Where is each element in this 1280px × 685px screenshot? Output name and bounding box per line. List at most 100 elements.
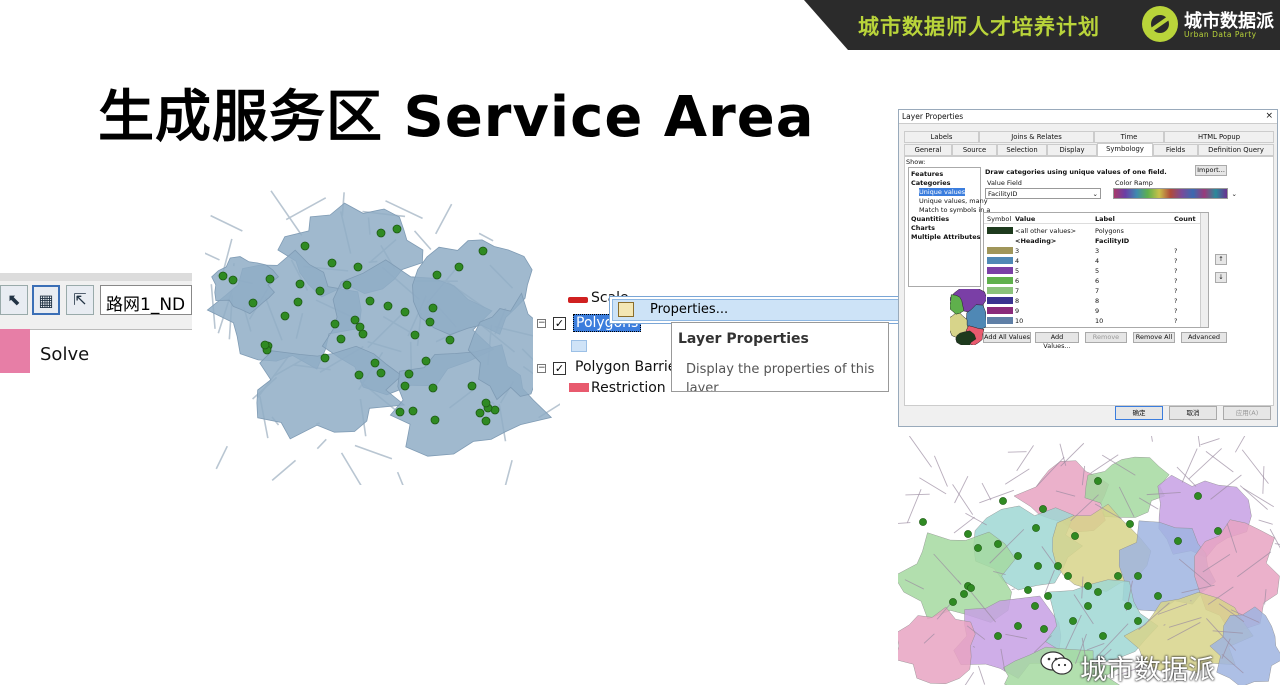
- remove-all-button[interactable]: Remove All: [1133, 332, 1175, 343]
- table-row[interactable]: 4 4?: [984, 256, 1208, 266]
- facility-point: [974, 544, 982, 552]
- ok-button[interactable]: 确定: [1115, 406, 1163, 420]
- symbol-swatch[interactable]: [987, 277, 1013, 284]
- table-row[interactable]: 3 3?: [984, 246, 1208, 256]
- facility-point: [354, 370, 364, 380]
- tab-source[interactable]: Source: [952, 144, 997, 156]
- wechat-icon: [1040, 651, 1073, 675]
- facility-point: [481, 398, 491, 408]
- facility-point: [280, 311, 290, 321]
- facility-point: [478, 246, 488, 256]
- tab-definition-query[interactable]: Definition Query: [1198, 144, 1274, 156]
- facility-point: [1094, 588, 1102, 596]
- tab-display[interactable]: Display: [1047, 144, 1097, 156]
- show-item-match-symbols[interactable]: Match to symbols in a: [919, 206, 990, 214]
- show-item-unique-values[interactable]: Unique values: [919, 188, 966, 196]
- export-icon[interactable]: ⇱: [66, 285, 94, 315]
- facility-point: [1034, 562, 1042, 570]
- tab-html-popup[interactable]: HTML Popup: [1164, 131, 1274, 143]
- show-item-quantities[interactable]: Quantities: [911, 215, 949, 223]
- street-line: [215, 445, 229, 470]
- table-row[interactable]: 5 5?: [984, 266, 1208, 276]
- table-row[interactable]: <all other values> Polygons: [984, 226, 1208, 236]
- table-row[interactable]: <Heading> FacilityID: [984, 236, 1208, 246]
- remove-button[interactable]: Remove: [1085, 332, 1127, 343]
- show-item-charts[interactable]: Charts: [911, 224, 935, 232]
- close-icon[interactable]: ×: [1265, 111, 1273, 121]
- tab-time[interactable]: Time: [1094, 131, 1164, 143]
- polygons-checkbox[interactable]: ✓: [553, 317, 566, 330]
- show-item-multiple-attributes[interactable]: Multiple Attributes: [911, 233, 981, 241]
- value-field-select[interactable]: FacilityID ⌄: [985, 188, 1101, 199]
- facility-point: [315, 286, 325, 296]
- move-down-icon[interactable]: ↓: [1215, 272, 1227, 283]
- facility-point: [994, 632, 1002, 640]
- table-row[interactable]: 9 9?: [984, 306, 1208, 316]
- table-row[interactable]: 7 7?: [984, 286, 1208, 296]
- solve-button[interactable]: Solve: [30, 329, 192, 373]
- tab-selection[interactable]: Selection: [997, 144, 1047, 156]
- street-line: [1004, 468, 1030, 485]
- facility-point: [445, 335, 455, 345]
- facility-point: [428, 303, 438, 313]
- cancel-button[interactable]: 取消: [1169, 406, 1217, 420]
- facility-point: [467, 381, 477, 391]
- apply-button[interactable]: 应用(A): [1223, 406, 1271, 420]
- row-label: 5: [1095, 267, 1100, 275]
- page-title: 生成服务区 Service Area: [98, 85, 815, 150]
- show-item-categories[interactable]: Categories: [911, 179, 951, 187]
- collapse-icon[interactable]: −: [537, 319, 546, 328]
- row-count: ?: [1174, 287, 1178, 295]
- toolbar-top-bar: [0, 273, 192, 281]
- slide: 城市数据师人才培养计划 城市数据派 Urban Data Party 生成服务区…: [0, 0, 1280, 685]
- facility-point: [960, 590, 968, 598]
- facility-point: [475, 408, 485, 418]
- show-item-unique-values-many[interactable]: Unique values, many: [919, 197, 988, 205]
- street-line: [271, 459, 297, 482]
- row-label: 4: [1095, 257, 1100, 265]
- facility-point: [327, 258, 337, 268]
- tab-fields[interactable]: Fields: [1153, 144, 1198, 156]
- select-tool-icon[interactable]: ⬉: [0, 285, 28, 315]
- table-row[interactable]: 6 6?: [984, 276, 1208, 286]
- table-scrollbar[interactable]: [1200, 213, 1208, 327]
- symbol-swatch[interactable]: [987, 297, 1013, 304]
- facility-point: [1071, 532, 1079, 540]
- collapse-icon[interactable]: −: [537, 364, 546, 373]
- row-label: 10: [1095, 317, 1104, 325]
- row-count: ?: [1174, 317, 1178, 325]
- add-all-values-button[interactable]: Add All Values: [983, 332, 1031, 343]
- network-grid-icon[interactable]: ▦: [32, 285, 60, 315]
- brand-logo-icon: [1142, 6, 1178, 42]
- symbol-swatch[interactable]: [987, 257, 1013, 264]
- symbol-swatch[interactable]: [987, 307, 1013, 314]
- street-line: [981, 482, 992, 501]
- symbol-swatch[interactable]: [987, 287, 1013, 294]
- symbol-swatch[interactable]: [987, 247, 1013, 254]
- symbol-swatch[interactable]: [987, 317, 1013, 324]
- tab-labels[interactable]: Labels: [904, 131, 979, 143]
- street-line: [396, 471, 404, 485]
- street-line: [1016, 445, 1034, 472]
- facility-point: [964, 530, 972, 538]
- advanced-button[interactable]: Advanced: [1181, 332, 1227, 343]
- facility-point: [1094, 477, 1102, 485]
- add-values-button[interactable]: Add Values...: [1035, 332, 1079, 350]
- symbology-panel: Show: Features Categories Unique values …: [904, 156, 1274, 406]
- facility-point: [1014, 552, 1022, 560]
- color-ramp-select[interactable]: ⌄: [1113, 188, 1237, 199]
- facility-point: [260, 340, 270, 350]
- tab-general[interactable]: General: [904, 144, 952, 156]
- tab-symbology[interactable]: Symbology: [1097, 143, 1153, 157]
- symbol-swatch[interactable]: [987, 267, 1013, 274]
- network-analyst-toolbar: ⬉ ▦ ⇱ 路网1_ND Solve: [0, 273, 192, 373]
- table-row[interactable]: 8 8?: [984, 296, 1208, 306]
- import-button[interactable]: Import...: [1195, 165, 1227, 176]
- polygon-barriers-checkbox[interactable]: ✓: [553, 362, 566, 375]
- row-value: <Heading>: [1015, 237, 1057, 245]
- show-item-features[interactable]: Features: [911, 170, 943, 178]
- symbol-swatch[interactable]: [987, 227, 1013, 234]
- tab-joins-relates[interactable]: Joins & Relates: [979, 131, 1094, 143]
- table-row[interactable]: 10 10?: [984, 316, 1208, 326]
- move-up-icon[interactable]: ↑: [1215, 254, 1227, 265]
